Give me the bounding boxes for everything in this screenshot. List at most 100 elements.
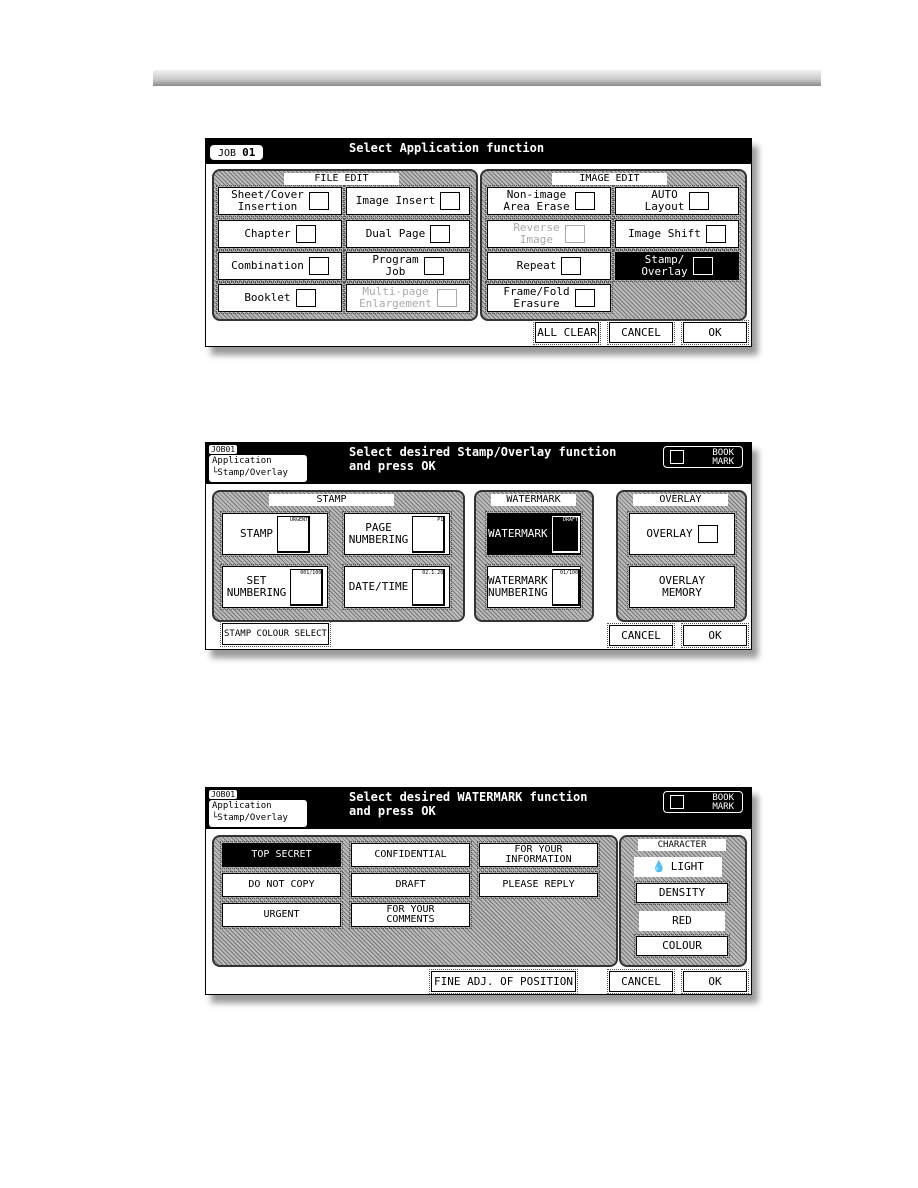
breadcrumb-item: Application <box>212 801 272 811</box>
application-function-screen: JOB 01 Select Application function FILE … <box>205 138 752 347</box>
bookmark-button[interactable]: BOOK MARK <box>663 791 743 813</box>
image-shift-button[interactable]: Image Shift <box>613 218 741 250</box>
checkbox-icon <box>670 795 684 809</box>
date-time-button[interactable]: DATE/TIME 02.1.20 <box>342 564 452 610</box>
combination-icon <box>308 257 329 275</box>
ok-button[interactable]: OK <box>681 320 749 345</box>
sheet-cover-insertion-button[interactable]: Sheet/Cover Insertion <box>216 185 344 217</box>
stamp-preview-icon: 001/100 <box>290 568 324 606</box>
fine-adjust-position-button[interactable]: FINE ADJ. OF POSITION <box>429 969 578 994</box>
dual-page-button[interactable]: Dual Page <box>344 218 472 250</box>
button-label: Sheet/Cover Insertion <box>231 188 304 213</box>
image-insert-icon <box>440 192 461 210</box>
stamp-colour-select-button[interactable]: STAMP COLOUR SELECT <box>220 621 331 647</box>
cancel-button[interactable]: CANCEL <box>607 969 675 994</box>
breadcrumb-item: └Stamp/Overlay <box>212 813 288 823</box>
frame-fold-erasure-button[interactable]: Frame/Fold Erasure <box>485 282 613 314</box>
colour-button[interactable]: COLOUR <box>634 934 730 958</box>
job-tab: JOB01 <box>209 445 238 454</box>
please-reply-option[interactable]: PLEASE REPLY <box>477 871 600 899</box>
dual-page-icon <box>430 225 451 243</box>
screen-title: Select Application function <box>349 141 545 155</box>
button-label: Frame/Fold Erasure <box>503 285 570 310</box>
reverse-image-button[interactable]: Reverse Image <box>485 218 613 250</box>
screen-title: Select desired WATERMARK function and pr… <box>349 790 588 818</box>
button-label: Multi-page Enlargement <box>359 285 432 310</box>
non-image-area-erase-button[interactable]: Non-image Area Erase <box>485 185 613 217</box>
overlay-button[interactable]: OVERLAY <box>627 511 737 557</box>
job-tab: JOB01 <box>209 790 238 799</box>
program-job-button[interactable]: Program Job <box>344 250 472 282</box>
draft-option[interactable]: DRAFT <box>349 871 472 899</box>
button-label: WATERMARK NUMBERING <box>488 574 548 599</box>
job-label: JOB <box>218 148 237 159</box>
top-secret-option[interactable]: TOP SECRET <box>220 841 343 869</box>
for-your-information-option[interactable]: FOR YOUR INFORMATION <box>477 841 600 869</box>
do-not-copy-option[interactable]: DO NOT COPY <box>220 871 343 899</box>
button-label: Program Job <box>372 253 419 278</box>
breadcrumb-item: Application <box>212 456 272 466</box>
button-label: OVERLAY <box>646 527 693 540</box>
button-label: DO NOT COPY <box>248 879 315 890</box>
panel-label: STAMP <box>269 494 394 506</box>
job-number: 01 <box>242 146 256 159</box>
button-label: TOP SECRET <box>251 849 312 860</box>
screen-header: JOB01 Application └Stamp/Overlay Select d… <box>206 443 751 484</box>
button-label: FOR YOUR COMMENTS <box>386 904 435 925</box>
bookmark-label: BOOK MARK <box>712 793 734 812</box>
confidential-option[interactable]: CONFIDENTIAL <box>349 841 472 869</box>
button-label: Repeat <box>516 259 557 272</box>
layout-icon <box>689 192 710 210</box>
panel-label: OVERLAY <box>633 494 728 506</box>
density-value: 💧 LIGHT <box>634 857 722 877</box>
multi-page-enlargement-button[interactable]: Multi-page Enlargement <box>344 282 472 314</box>
urgent-option[interactable]: URGENT <box>220 901 343 929</box>
combination-button[interactable]: Combination <box>216 250 344 282</box>
cancel-button[interactable]: CANCEL <box>607 320 675 345</box>
stamp-overlay-button[interactable]: Stamp/ Overlay <box>613 250 741 282</box>
density-value-label: LIGHT <box>670 860 704 873</box>
stamp-preview-icon: URGENT <box>277 515 311 553</box>
button-label: Non-image Area Erase <box>503 188 570 213</box>
button-label: PLEASE REPLY <box>502 879 575 890</box>
screen-title: Select desired Stamp/Overlay function an… <box>349 445 617 473</box>
stamp-icon <box>692 257 713 275</box>
button-label: Image Shift <box>628 227 701 240</box>
panel-label: CHARACTER <box>638 839 726 851</box>
overlay-merge-icon <box>697 525 718 543</box>
bookmark-button[interactable]: BOOK MARK <box>663 446 743 468</box>
breadcrumb: Application └Stamp/Overlay <box>209 800 307 827</box>
checkbox-icon <box>670 450 684 464</box>
overlay-memory-button[interactable]: OVERLAY MEMORY <box>627 564 737 610</box>
ok-button[interactable]: OK <box>681 623 749 648</box>
chapter-button[interactable]: Chapter <box>216 218 344 250</box>
repeat-button[interactable]: Repeat <box>485 250 613 282</box>
button-label: CONFIDENTIAL <box>374 849 447 860</box>
watermark-numbering-button[interactable]: WATERMARK NUMBERING 01/100 <box>485 564 583 610</box>
screen-header: JOB01 Application └Stamp/Overlay Select d… <box>206 788 751 829</box>
button-label: Chapter <box>244 227 291 240</box>
set-numbering-button[interactable]: SET NUMBERING 001/100 <box>220 564 330 610</box>
stamp-button[interactable]: STAMP URGENT <box>220 511 330 557</box>
watermark-button[interactable]: WATERMARK DRAFT <box>485 511 583 557</box>
button-label: WATERMARK <box>488 527 548 540</box>
density-button[interactable]: DENSITY <box>634 881 730 905</box>
button-label: URGENT <box>263 909 300 920</box>
booklet-button[interactable]: Booklet <box>216 282 344 314</box>
job-tab: JOB 01 <box>210 145 264 160</box>
program-job-icon <box>423 257 444 275</box>
colour-value: RED <box>639 911 725 931</box>
auto-layout-button[interactable]: AUTO Layout <box>613 185 741 217</box>
button-label: PAGE NUMBERING <box>348 521 409 546</box>
button-label: FOR YOUR INFORMATION <box>505 844 572 865</box>
cancel-button[interactable]: CANCEL <box>607 623 675 648</box>
watermark-function-screen: JOB01 Application └Stamp/Overlay Select d… <box>205 787 752 995</box>
image-insert-button[interactable]: Image Insert <box>344 185 472 217</box>
all-clear-button[interactable]: ALL CLEAR <box>533 320 601 345</box>
button-label: Booklet <box>244 291 291 304</box>
for-your-comments-option[interactable]: FOR YOUR COMMENTS <box>349 901 472 929</box>
button-label: AUTO Layout <box>644 188 685 213</box>
ok-button[interactable]: OK <box>681 969 749 994</box>
repeat-icon <box>561 257 582 275</box>
page-numbering-button[interactable]: PAGE NUMBERING P1 <box>342 511 452 557</box>
